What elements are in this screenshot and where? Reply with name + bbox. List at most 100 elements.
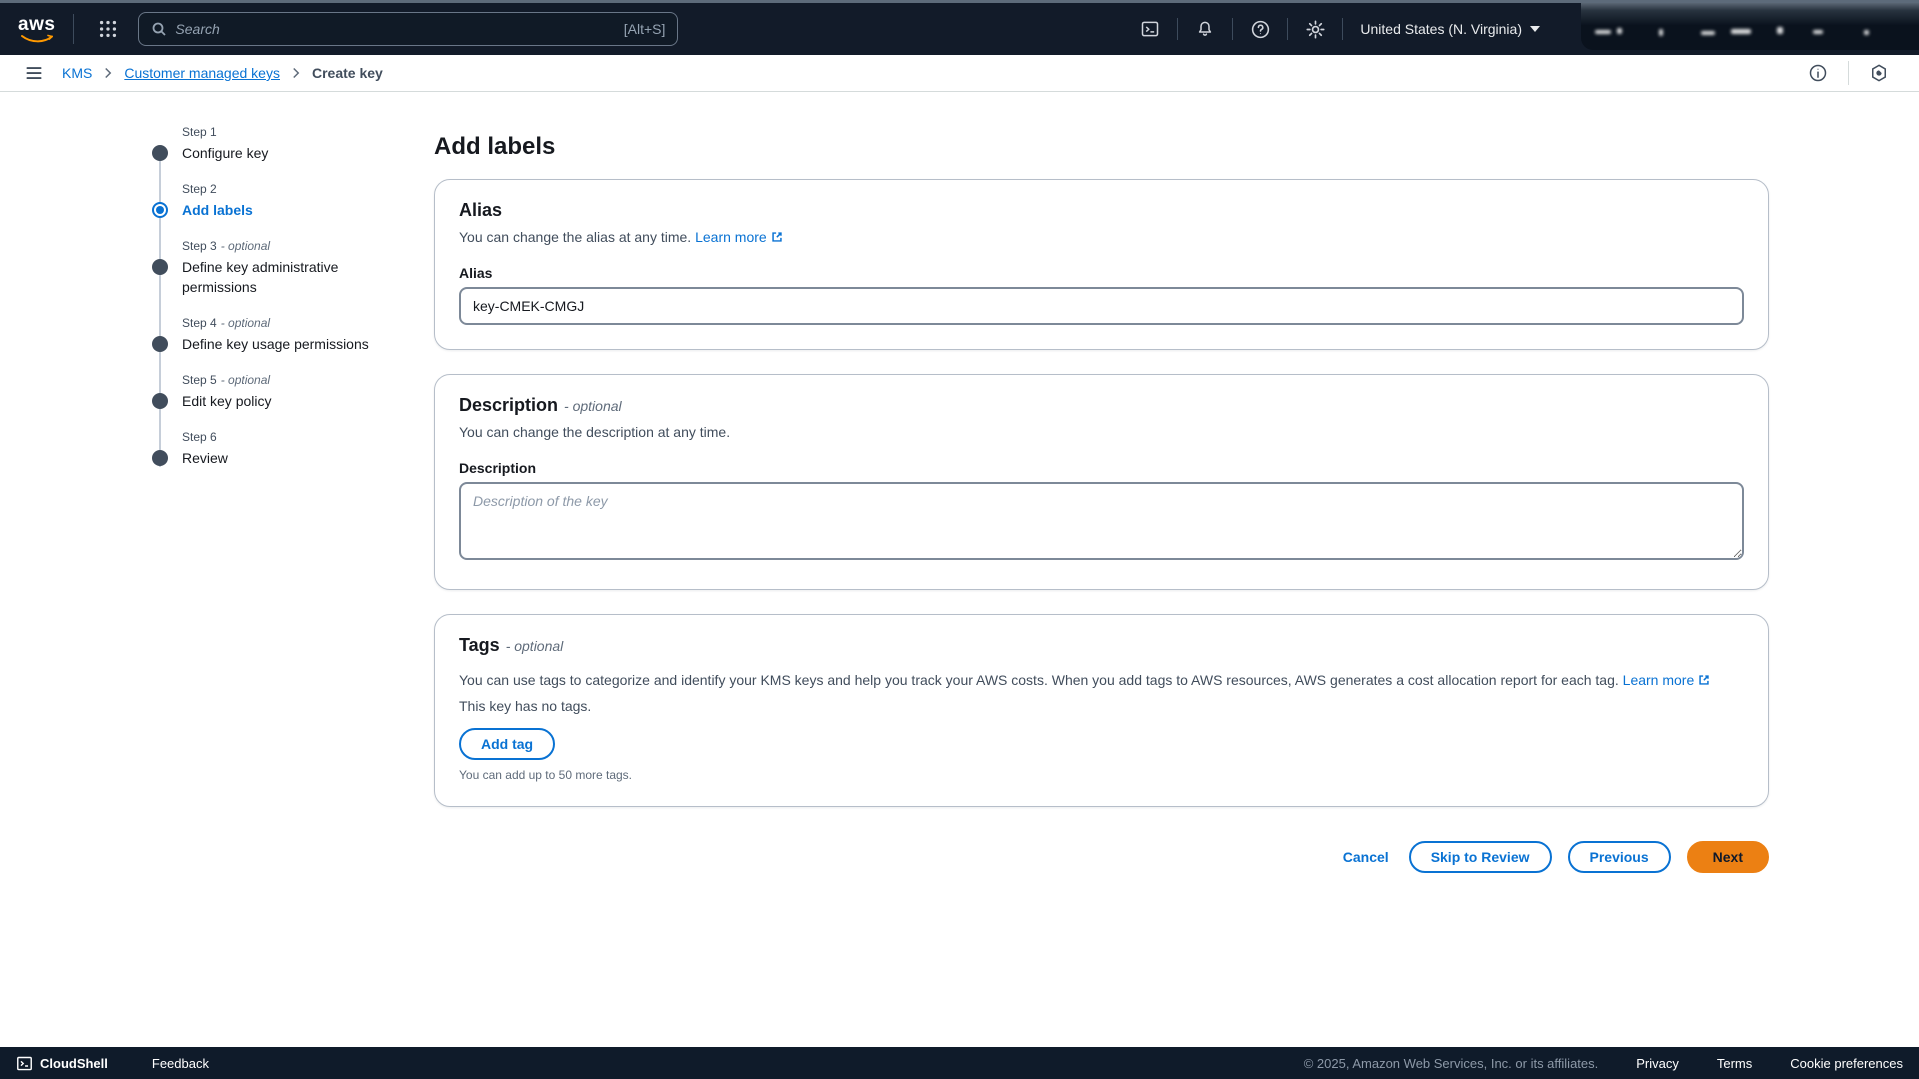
breadcrumb-kms[interactable]: KMS bbox=[62, 65, 92, 81]
step-item-5: Step 5 - optional Edit key policy bbox=[152, 373, 402, 411]
account-menu-redacted[interactable] bbox=[1581, 3, 1919, 50]
cloudshell-icon[interactable] bbox=[1130, 12, 1170, 46]
breadcrumb-bar: KMS Customer managed keys Create key bbox=[0, 55, 1919, 92]
step-number: Step 5 bbox=[182, 373, 217, 387]
global-search[interactable]: [Alt+S] bbox=[138, 12, 678, 46]
wizard-actions: Cancel Skip to Review Previous Next bbox=[434, 841, 1769, 873]
tags-learn-more-link[interactable]: Learn more bbox=[1623, 672, 1712, 688]
step-dot bbox=[152, 259, 168, 275]
description-card-description: You can change the description at any ti… bbox=[459, 422, 1744, 442]
step-link-define-key-administrative-permissions[interactable]: Define key administrative permissions bbox=[182, 257, 374, 297]
alias-card-title: Alias bbox=[459, 200, 1744, 221]
breadcrumb-current: Create key bbox=[312, 65, 383, 81]
aws-logo[interactable]: aws bbox=[18, 16, 55, 43]
aws-logo-text: aws bbox=[18, 16, 55, 34]
wizard-steps-nav: Step 1 Configure key Step 2 Add labels S… bbox=[152, 125, 402, 487]
optional-suffix: - optional bbox=[506, 638, 564, 654]
page-title: Add labels bbox=[434, 133, 1769, 161]
description-title-text: Description bbox=[459, 395, 558, 415]
external-link-icon bbox=[1697, 673, 1711, 687]
cancel-button[interactable]: Cancel bbox=[1339, 843, 1393, 871]
divider bbox=[73, 14, 74, 44]
description-card: Description - optional You can change the… bbox=[434, 374, 1769, 590]
breadcrumb-customer-managed-keys[interactable]: Customer managed keys bbox=[124, 65, 280, 81]
step-number: Step 2 bbox=[182, 182, 217, 196]
step-number: Step 4 bbox=[182, 316, 217, 330]
search-input[interactable] bbox=[175, 21, 615, 37]
divider bbox=[1232, 18, 1233, 40]
description-textarea[interactable] bbox=[459, 482, 1744, 560]
tags-card-description: You can use tags to categorize and ident… bbox=[459, 670, 1744, 690]
step-item-3: Step 3- optional Define key administrati… bbox=[152, 239, 402, 297]
add-tag-button[interactable]: Add tag bbox=[459, 728, 555, 760]
divider bbox=[1287, 18, 1288, 40]
skip-to-review-button[interactable]: Skip to Review bbox=[1409, 841, 1552, 873]
divider bbox=[1342, 18, 1343, 40]
divider bbox=[1177, 18, 1178, 40]
step-dot bbox=[152, 393, 168, 409]
divider bbox=[1848, 61, 1849, 85]
step-number: Step 1 bbox=[182, 125, 217, 139]
help-icon[interactable] bbox=[1240, 12, 1280, 46]
step-link-review[interactable]: Review bbox=[182, 448, 228, 468]
chevron-down-icon bbox=[1530, 26, 1540, 32]
console-footer: CloudShell Feedback © 2025, Amazon Web S… bbox=[0, 1047, 1919, 1079]
amazon-q-icon[interactable] bbox=[1859, 56, 1899, 90]
window-top-edge bbox=[0, 0, 1919, 3]
chevron-right-icon bbox=[290, 67, 302, 79]
alias-learn-more-link[interactable]: Learn more bbox=[695, 229, 784, 245]
step-link-configure-key[interactable]: Configure key bbox=[182, 143, 268, 163]
step-optional-suffix: - optional bbox=[221, 239, 270, 253]
tags-title-text: Tags bbox=[459, 635, 500, 655]
description-card-title: Description - optional bbox=[459, 395, 1744, 416]
cloudshell-icon bbox=[16, 1055, 33, 1072]
tags-card-title: Tags - optional bbox=[459, 635, 1744, 656]
external-link-icon bbox=[770, 230, 784, 244]
step-item-4: Step 4 - optional Define key usage permis… bbox=[152, 316, 402, 354]
hamburger-menu-icon[interactable] bbox=[20, 59, 48, 87]
cloudshell-label: CloudShell bbox=[40, 1056, 108, 1071]
cookie-preferences-link[interactable]: Cookie preferences bbox=[1790, 1056, 1903, 1071]
learn-more-label: Learn more bbox=[1623, 672, 1695, 688]
app-grid-icon[interactable] bbox=[88, 12, 128, 46]
description-field-label: Description bbox=[459, 460, 1744, 476]
copyright-text: © 2025, Amazon Web Services, Inc. or its… bbox=[1304, 1056, 1599, 1071]
step-item-6: Step 6 Review bbox=[152, 430, 402, 468]
optional-suffix: - optional bbox=[564, 398, 622, 414]
region-label: United States (N. Virginia) bbox=[1360, 21, 1522, 37]
tags-limit-hint: You can add up to 50 more tags. bbox=[459, 768, 1744, 782]
step-dot-active bbox=[152, 202, 168, 218]
feedback-button[interactable]: Feedback bbox=[152, 1056, 209, 1071]
alias-field-label: Alias bbox=[459, 265, 1744, 281]
search-icon bbox=[151, 21, 167, 37]
tags-card: Tags - optional You can use tags to categ… bbox=[434, 614, 1769, 807]
breadcrumb: KMS Customer managed keys Create key bbox=[62, 65, 383, 81]
privacy-link[interactable]: Privacy bbox=[1636, 1056, 1679, 1071]
step-link-edit-key-policy[interactable]: Edit key policy bbox=[182, 391, 271, 411]
alias-card-description-text: You can change the alias at any time. bbox=[459, 229, 691, 245]
page-content: Step 1 Configure key Step 2 Add labels S… bbox=[0, 93, 1919, 1047]
step-optional-suffix: - optional bbox=[221, 316, 270, 330]
step-link-define-key-usage-permissions[interactable]: Define key usage permissions bbox=[182, 334, 369, 354]
terms-link[interactable]: Terms bbox=[1717, 1056, 1752, 1071]
step-optional-suffix: - optional bbox=[221, 373, 270, 387]
step-item-1: Step 1 Configure key bbox=[152, 125, 402, 163]
alias-card: Alias You can change the alias at any ti… bbox=[434, 179, 1769, 350]
alias-input[interactable] bbox=[459, 287, 1744, 325]
previous-button[interactable]: Previous bbox=[1568, 841, 1671, 873]
step-link-add-labels[interactable]: Add labels bbox=[182, 200, 253, 220]
cloudshell-footer-button[interactable]: CloudShell bbox=[16, 1055, 108, 1072]
info-panel-icon[interactable] bbox=[1798, 56, 1838, 90]
wizard-main: Add labels Alias You can change the alia… bbox=[434, 133, 1769, 873]
next-button[interactable]: Next bbox=[1687, 841, 1769, 873]
aws-smile-icon bbox=[20, 34, 54, 43]
settings-gear-icon[interactable] bbox=[1295, 12, 1335, 46]
learn-more-label: Learn more bbox=[695, 229, 767, 245]
region-selector[interactable]: United States (N. Virginia) bbox=[1350, 21, 1550, 37]
notifications-bell-icon[interactable] bbox=[1185, 12, 1225, 46]
search-shortcut-hint: [Alt+S] bbox=[624, 21, 666, 37]
chevron-right-icon bbox=[102, 67, 114, 79]
no-tags-message: This key has no tags. bbox=[459, 698, 1744, 714]
step-dot bbox=[152, 145, 168, 161]
alias-card-description: You can change the alias at any time. Le… bbox=[459, 227, 1744, 247]
